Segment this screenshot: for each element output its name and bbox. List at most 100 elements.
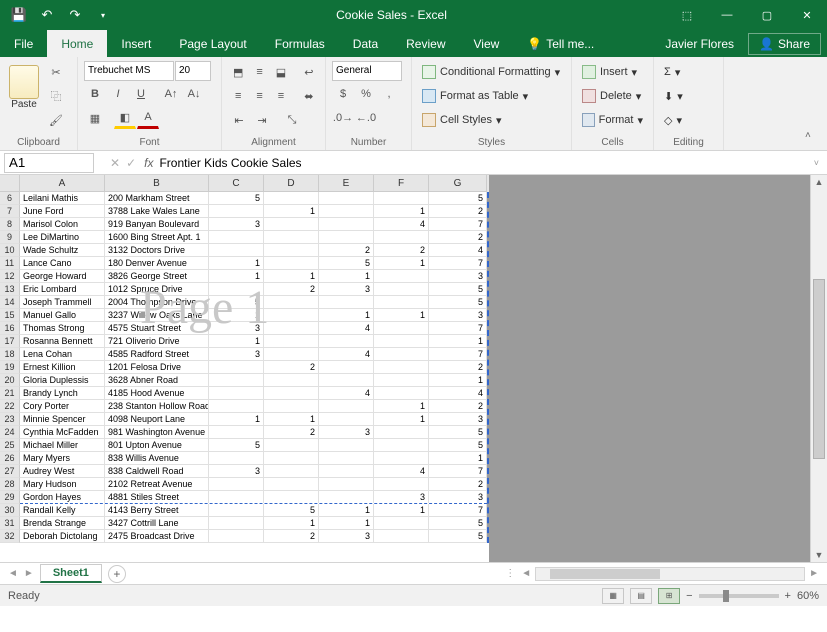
cell[interactable]: 2475 Broadcast Drive [105, 530, 209, 542]
formula-expand-icon[interactable]: ˅ [814, 158, 819, 168]
tab-file[interactable]: File [0, 30, 47, 57]
cell[interactable]: Gloria Duplessis [20, 374, 105, 386]
cell[interactable]: Mary Myers [20, 452, 105, 464]
row-header-9[interactable]: 9 [0, 231, 20, 244]
cell[interactable]: 3 [319, 283, 374, 295]
cell[interactable] [209, 374, 264, 386]
add-sheet-button[interactable]: + [108, 565, 126, 583]
column-header-C[interactable]: C [209, 175, 264, 192]
align-left-icon[interactable]: ≡ [228, 85, 248, 107]
row-header-31[interactable]: 31 [0, 517, 20, 530]
cell[interactable]: 4 [429, 244, 487, 256]
cell[interactable]: 2 [429, 478, 487, 490]
cell[interactable] [374, 530, 429, 542]
cell[interactable] [209, 205, 264, 217]
cell[interactable] [319, 491, 374, 503]
view-pagelayout-icon[interactable]: ▤ [630, 588, 652, 604]
table-row[interactable]: Randall Kelly4143 Berry Street5117 [20, 504, 487, 517]
cell[interactable]: 3 [429, 491, 487, 503]
cell[interactable]: 3788 Lake Wales Lane [105, 205, 209, 217]
row-header-16[interactable]: 16 [0, 322, 20, 335]
cell[interactable] [264, 231, 319, 243]
table-row[interactable]: Wade Schultz3132 Doctors Drive224 [20, 244, 487, 257]
table-row[interactable]: Minnie Spencer4098 Neuport Lane1113 [20, 413, 487, 426]
collapse-ribbon-icon[interactable]: ˄ [805, 130, 821, 146]
cell[interactable] [374, 426, 429, 438]
cell[interactable]: 180 Denver Avenue [105, 257, 209, 269]
cell[interactable]: Cory Porter [20, 400, 105, 412]
increase-indent-icon[interactable]: ⇥ [251, 109, 273, 131]
cell[interactable] [374, 452, 429, 464]
table-row[interactable]: Gloria Duplessis3628 Abner Road1 [20, 374, 487, 387]
underline-button[interactable]: U [130, 83, 152, 105]
cell[interactable]: 3628 Abner Road [105, 374, 209, 386]
column-header-F[interactable]: F [374, 175, 429, 192]
decrease-indent-icon[interactable]: ⇤ [228, 109, 250, 131]
align-bottom-icon[interactable]: ⬓ [271, 61, 291, 83]
cell[interactable]: 838 Caldwell Road [105, 465, 209, 477]
cell[interactable]: 2 [264, 426, 319, 438]
cell[interactable]: 1 [209, 257, 264, 269]
cell[interactable]: Minnie Spencer [20, 413, 105, 425]
undo-icon[interactable]: ↶ [34, 2, 60, 28]
cell[interactable] [264, 192, 319, 204]
table-row[interactable]: Gordon Hayes4881 Stiles Street33 [20, 491, 487, 504]
cell[interactable] [264, 296, 319, 308]
align-top-icon[interactable]: ⬒ [228, 61, 248, 83]
clear-button[interactable]: ◇▾ [660, 109, 717, 131]
decrease-decimal-icon[interactable]: ←.0 [355, 107, 377, 129]
cell[interactable]: 5 [319, 257, 374, 269]
cell[interactable] [374, 374, 429, 386]
horizontal-scrollbar[interactable] [535, 567, 805, 581]
select-all-corner[interactable] [0, 175, 20, 192]
conditional-formatting-button[interactable]: Conditional Formatting▾ [418, 61, 565, 83]
cell[interactable] [264, 322, 319, 334]
row-header-15[interactable]: 15 [0, 309, 20, 322]
tab-splitter[interactable]: ⋮ [505, 568, 517, 579]
cell[interactable]: 4881 Stiles Street [105, 491, 209, 503]
share-button[interactable]: 👤Share [748, 33, 821, 55]
cell[interactable]: 4 [374, 465, 429, 477]
cell[interactable] [264, 400, 319, 412]
redo-icon[interactable]: ↷ [62, 2, 88, 28]
cell[interactable]: Joseph Trammell [20, 296, 105, 308]
table-row[interactable]: Ernest Killion1201 Felosa Drive22 [20, 361, 487, 374]
row-header-7[interactable]: 7 [0, 205, 20, 218]
qat-customize-icon[interactable]: ▾ [90, 2, 116, 28]
cell[interactable]: 3 [429, 309, 487, 321]
percent-format-icon[interactable]: % [355, 83, 377, 105]
cell[interactable]: 4185 Hood Avenue [105, 387, 209, 399]
table-row[interactable]: Brandy Lynch4185 Hood Avenue44 [20, 387, 487, 400]
cell[interactable]: Marisol Colon [20, 218, 105, 230]
row-header-30[interactable]: 30 [0, 504, 20, 517]
cell[interactable]: 1 [319, 504, 374, 516]
cell[interactable]: 7 [429, 257, 487, 269]
table-row[interactable]: June Ford3788 Lake Wales Lane112 [20, 205, 487, 218]
font-name-dropdown[interactable]: Trebuchet MS [84, 61, 174, 81]
cell[interactable]: Wade Schultz [20, 244, 105, 256]
table-row[interactable]: Cory Porter238 Stanton Hollow Road12 [20, 400, 487, 413]
cell[interactable] [209, 452, 264, 464]
tab-data[interactable]: Data [339, 30, 392, 57]
scroll-up-icon[interactable]: ▲ [815, 177, 824, 187]
cell[interactable]: 4575 Stuart Street [105, 322, 209, 334]
cell[interactable]: Michael Miller [20, 439, 105, 451]
cell[interactable] [374, 478, 429, 490]
table-row[interactable]: Lance Cano180 Denver Avenue1517 [20, 257, 487, 270]
cell[interactable]: 5 [209, 296, 264, 308]
row-header-17[interactable]: 17 [0, 335, 20, 348]
cell[interactable]: 1012 Spruce Drive [105, 283, 209, 295]
cell[interactable] [374, 322, 429, 334]
ribbon-options-icon[interactable]: ⬚ [667, 0, 707, 30]
zoom-level[interactable]: 60% [797, 590, 819, 602]
cell[interactable] [374, 296, 429, 308]
cell[interactable]: 3 [429, 270, 487, 282]
cell[interactable]: 1 [209, 309, 264, 321]
tab-home[interactable]: Home [47, 30, 107, 57]
comma-style-icon[interactable]: , [378, 83, 400, 105]
table-row[interactable]: Lee DiMartino1600 Bing Street Apt. 12 [20, 231, 487, 244]
cell[interactable] [264, 244, 319, 256]
cell[interactable]: Audrey West [20, 465, 105, 477]
cell[interactable]: 1 [374, 257, 429, 269]
cell[interactable]: 4 [319, 387, 374, 399]
